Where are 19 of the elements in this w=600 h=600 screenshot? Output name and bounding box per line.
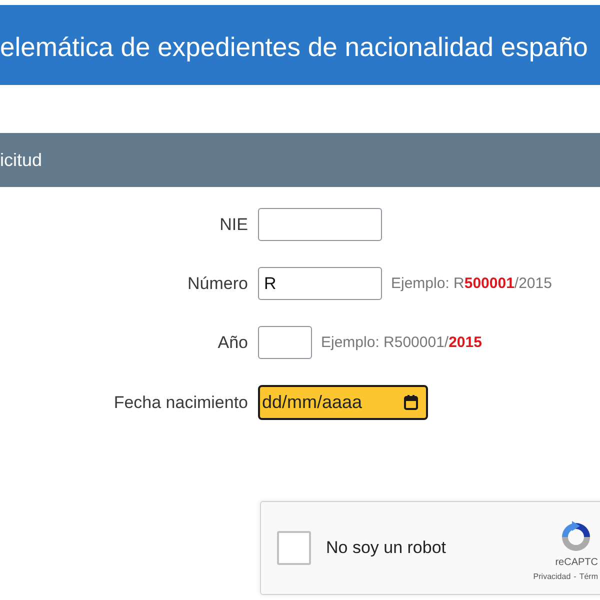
text-input[interactable] xyxy=(258,208,382,241)
field-label: NIE xyxy=(220,214,248,234)
calendar-icon[interactable] xyxy=(404,395,418,410)
field-label: Año xyxy=(218,332,248,352)
terms-link[interactable]: Térm xyxy=(579,572,598,581)
text-input[interactable]: R xyxy=(258,267,382,300)
text-input[interactable] xyxy=(258,326,312,359)
page-title: elemática de expedientes de nacionalidad españo xyxy=(0,32,588,62)
field-label: Número xyxy=(188,274,248,294)
recaptcha-brand: reCAPTC xyxy=(555,557,598,568)
date-input[interactable]: dd/mm/aaaa xyxy=(258,385,428,420)
captcha-label: No soy un robot xyxy=(326,538,446,558)
section-title: icitud xyxy=(0,150,42,170)
privacy-link[interactable]: Privacidad xyxy=(533,572,571,581)
hint-text: Ejemplo: R500001/2015 xyxy=(391,275,552,292)
hint-text: Ejemplo: R500001/2015 xyxy=(321,334,482,351)
field-label: Fecha nacimiento xyxy=(114,392,248,412)
captcha-checkbox[interactable] xyxy=(277,531,311,565)
link-separator: - xyxy=(574,572,576,581)
